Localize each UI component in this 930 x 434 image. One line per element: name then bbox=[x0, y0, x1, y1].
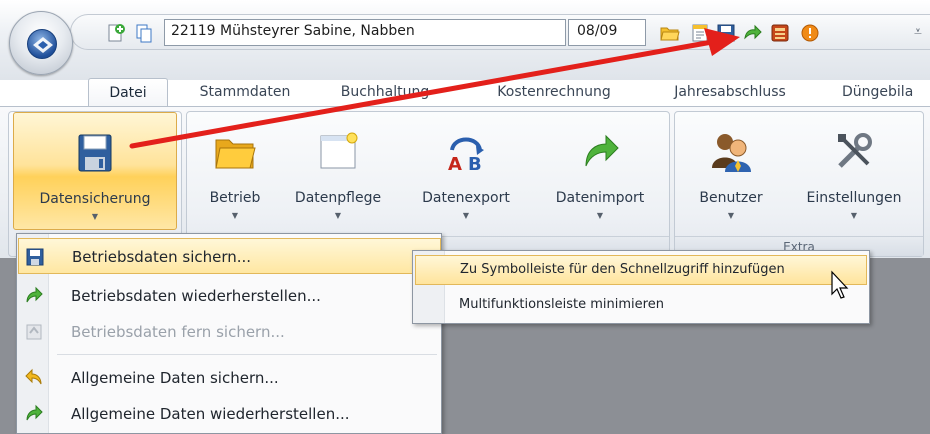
tab-jahresabschluss[interactable]: Jahresabschluss bbox=[650, 78, 810, 108]
chevron-down-icon: ▼ bbox=[334, 211, 342, 220]
chevron-down-icon: ▼ bbox=[462, 211, 470, 220]
ribbon-group-extra: Benutzer ▼ Einstellungen ▼ Extra bbox=[674, 111, 924, 257]
menu-item-allgemeine-daten-sichern[interactable]: Allgemeine Daten sichern... bbox=[18, 360, 441, 396]
folder-icon bbox=[213, 130, 257, 174]
tools-icon bbox=[832, 130, 876, 174]
context-item-minimize-ribbon[interactable]: Multifunktionsleiste minimieren bbox=[415, 291, 867, 321]
tab-datei[interactable]: Datei bbox=[88, 78, 168, 108]
customize-qat-icon[interactable]: ⩡ bbox=[914, 24, 922, 40]
datensicherung-label: Datensicherung bbox=[39, 191, 151, 207]
datenpflege-label: Datenpflege bbox=[294, 190, 382, 206]
menu-item-betriebsdaten-sichern[interactable]: Betriebsdaten sichern... bbox=[18, 238, 441, 274]
tab-duengebilanz[interactable]: Düngebila bbox=[842, 78, 930, 108]
open-folder-icon[interactable] bbox=[660, 23, 680, 43]
menu-item-label: Betriebsdaten wiederherstellen... bbox=[71, 287, 321, 305]
tab-kostenrechnung[interactable]: Kostenrechnung bbox=[474, 78, 634, 108]
ribbon-tabs: Datei Stammdaten Buchhaltung Kostenrechn… bbox=[0, 78, 930, 108]
export-ab-icon: A B bbox=[444, 130, 488, 175]
calculator-icon[interactable] bbox=[770, 23, 790, 43]
menu-item-betriebsdaten-fern-sichern: Betriebsdaten fern sichern... bbox=[18, 314, 441, 350]
svg-text:B: B bbox=[468, 154, 482, 174]
application-button[interactable] bbox=[9, 11, 73, 75]
chevron-down-icon: ▼ bbox=[91, 212, 99, 221]
app-logo-icon bbox=[27, 29, 57, 59]
client-field[interactable]: 22119 Mühsteyrer Sabine, Nabben bbox=[164, 19, 566, 46]
datenexport-button[interactable]: A B Datenexport ▼ bbox=[403, 112, 529, 230]
datensicherung-menu: Betriebsdaten sichern... Betriebsdaten w… bbox=[16, 233, 442, 434]
restore-icon[interactable] bbox=[742, 23, 762, 43]
datenpflege-button[interactable]: Datenpflege ▼ bbox=[279, 112, 397, 230]
tab-buchhaltung[interactable]: Buchhaltung bbox=[330, 78, 440, 108]
chevron-down-icon: ▼ bbox=[727, 211, 735, 220]
chevron-down-icon: ▼ bbox=[850, 211, 858, 220]
notes-icon[interactable] bbox=[690, 23, 710, 43]
copy-icon[interactable] bbox=[134, 23, 154, 43]
menu-separator bbox=[57, 354, 437, 355]
datensicherung-button[interactable]: Datensicherung ▼ bbox=[13, 112, 177, 230]
context-item-add-to-quick-access[interactable]: Zu Symbolleiste für den Schnellzugriff h… bbox=[415, 255, 867, 285]
import-arrow-icon bbox=[578, 130, 622, 174]
menu-item-label: Allgemeine Daten sichern... bbox=[71, 369, 279, 387]
period-field[interactable]: 08/09 bbox=[568, 19, 646, 46]
menu-item-label: Betriebsdaten sichern... bbox=[72, 248, 252, 266]
menu-item-betriebsdaten-wiederherstellen[interactable]: Betriebsdaten wiederherstellen... bbox=[18, 278, 441, 314]
context-item-label: Zu Symbolleiste für den Schnellzugriff h… bbox=[460, 262, 785, 277]
betrieb-button[interactable]: Betrieb ▼ bbox=[193, 112, 277, 230]
floppy-disk-icon bbox=[73, 131, 117, 175]
green-arrow-icon bbox=[24, 404, 44, 424]
remote-save-icon bbox=[24, 322, 44, 342]
tab-stammdaten[interactable]: Stammdaten bbox=[180, 78, 310, 108]
einstellungen-button[interactable]: Einstellungen ▼ bbox=[787, 112, 921, 230]
betrieb-label: Betrieb bbox=[209, 190, 261, 206]
datenimport-button[interactable]: Datenimport ▼ bbox=[537, 112, 663, 230]
benutzer-button[interactable]: Benutzer ▼ bbox=[679, 112, 783, 230]
einstellungen-label: Einstellungen bbox=[806, 190, 902, 206]
window-icon bbox=[316, 130, 360, 174]
datenexport-label: Datenexport bbox=[422, 190, 510, 206]
menu-item-label: Betriebsdaten fern sichern... bbox=[71, 323, 285, 341]
context-item-label: Multifunktionsleiste minimieren bbox=[459, 297, 664, 312]
save-icon[interactable] bbox=[716, 23, 736, 43]
datenimport-label: Datenimport bbox=[555, 190, 645, 206]
mouse-cursor-icon bbox=[830, 270, 852, 302]
context-menu: Zu Symbolleiste für den Schnellzugriff h… bbox=[412, 250, 870, 324]
yellow-arrow-icon bbox=[24, 368, 44, 388]
title-bar: 22119 Mühsteyrer Sabine, Nabben 08/09 ⩡ bbox=[0, 0, 930, 80]
svg-text:A: A bbox=[448, 154, 462, 174]
chevron-down-icon: ▼ bbox=[231, 211, 239, 220]
benutzer-label: Benutzer bbox=[699, 190, 763, 206]
chevron-down-icon: ▼ bbox=[596, 211, 604, 220]
menu-item-allgemeine-daten-wiederherstellen[interactable]: Allgemeine Daten wiederherstellen... bbox=[18, 396, 441, 432]
floppy-disk-icon bbox=[25, 247, 45, 267]
users-icon bbox=[709, 130, 753, 174]
new-client-icon[interactable] bbox=[106, 23, 126, 43]
menu-item-label: Allgemeine Daten wiederherstellen... bbox=[71, 405, 350, 423]
green-arrow-icon bbox=[24, 286, 44, 306]
info-icon[interactable] bbox=[800, 23, 820, 43]
